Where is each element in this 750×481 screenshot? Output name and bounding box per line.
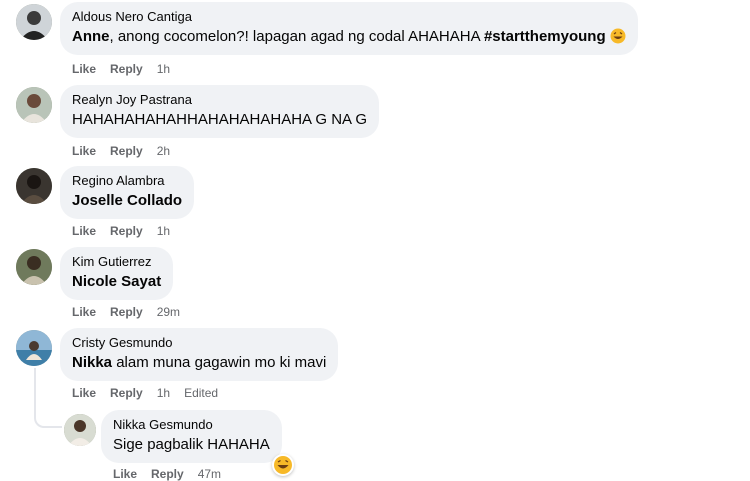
comment-text: HAHAHAHAHAHHAHAHAHAHAHA G NA G	[72, 111, 368, 128]
comment-text: Nikka alam muna gagawin mo ki mavi	[72, 354, 327, 371]
commenter-name[interactable]: Cristy Gesmundo	[72, 335, 326, 351]
comment-bubble: Realyn Joy Pastrana HAHAHAHAHAHHAHAHAHAH…	[60, 85, 380, 138]
comment-actions: Like Reply 29m	[72, 305, 194, 319]
comment-bubble: Cristy Gesmundo Nikka alam muna gagawin …	[60, 328, 339, 381]
like-button[interactable]: Like	[72, 305, 96, 319]
like-button[interactable]: Like	[72, 62, 96, 76]
comment-bubble: Nikka Gesmundo Sige pagbalik HAHAHA	[101, 410, 282, 463]
reply-button[interactable]: Reply	[151, 467, 184, 481]
reply-button[interactable]: Reply	[110, 386, 143, 400]
reply-button[interactable]: Reply	[110, 62, 143, 76]
comment-actions: Like Reply 1h	[72, 62, 184, 76]
comment-text: Nicole Sayat	[72, 272, 161, 292]
timestamp[interactable]: 1h	[157, 386, 170, 400]
comment-bubble: Regino Alambra Joselle Collado	[60, 166, 195, 219]
commenter-name[interactable]: Regino Alambra	[72, 173, 182, 189]
comment-text: Anne, anong cocomelon?! lapagan agad ng …	[72, 27, 626, 47]
edited-label: Edited	[184, 386, 219, 400]
reply-thread-line	[34, 368, 62, 428]
reply-button[interactable]: Reply	[110, 144, 143, 158]
mention[interactable]: Nikka	[72, 354, 112, 371]
mention[interactable]: Joselle Collado	[72, 192, 182, 209]
avatar[interactable]	[16, 330, 52, 366]
timestamp[interactable]: 2h	[157, 144, 170, 158]
reply-button[interactable]: Reply	[110, 305, 143, 319]
comment-text: Sige pagbalik HAHAHA	[113, 436, 270, 453]
avatar[interactable]	[16, 4, 52, 40]
avatar[interactable]	[16, 87, 52, 123]
timestamp[interactable]: 1h	[157, 62, 170, 76]
mention[interactable]: Anne	[72, 28, 110, 45]
commenter-name[interactable]: Realyn Joy Pastrana	[72, 92, 367, 108]
mention[interactable]: Nicole Sayat	[72, 273, 161, 290]
reply-button[interactable]: Reply	[110, 224, 143, 238]
timestamp[interactable]: 47m	[198, 467, 221, 481]
like-button[interactable]: Like	[72, 224, 96, 238]
timestamp[interactable]: 1h	[157, 224, 170, 238]
like-button[interactable]: Like	[72, 144, 96, 158]
hashtag[interactable]: #startthemyoung	[484, 28, 606, 45]
like-button[interactable]: Like	[72, 386, 96, 400]
avatar[interactable]	[16, 249, 52, 285]
avatar[interactable]	[64, 414, 96, 446]
laughing-face-emoji	[610, 28, 626, 44]
commenter-name[interactable]: Aldous Nero Cantiga	[72, 9, 626, 25]
comment-actions: Like Reply 2h	[72, 144, 184, 158]
comment-bubble: Aldous Nero Cantiga Anne, anong cocomelo…	[60, 2, 638, 55]
comment-text: Joselle Collado	[72, 191, 182, 211]
comment-actions: Like Reply 1h	[72, 224, 184, 238]
commenter-name[interactable]: Nikka Gesmundo	[113, 417, 270, 433]
commenter-name[interactable]: Kim Gutierrez	[72, 254, 161, 270]
like-button[interactable]: Like	[113, 467, 137, 481]
timestamp[interactable]: 29m	[157, 305, 180, 319]
comment-actions: Like Reply 1h Edited	[72, 386, 232, 400]
comment-bubble: Kim Gutierrez Nicole Sayat	[60, 247, 174, 300]
haha-reaction-icon[interactable]	[272, 454, 294, 476]
avatar[interactable]	[16, 168, 52, 204]
comment-actions: Like Reply 47m	[113, 467, 235, 481]
